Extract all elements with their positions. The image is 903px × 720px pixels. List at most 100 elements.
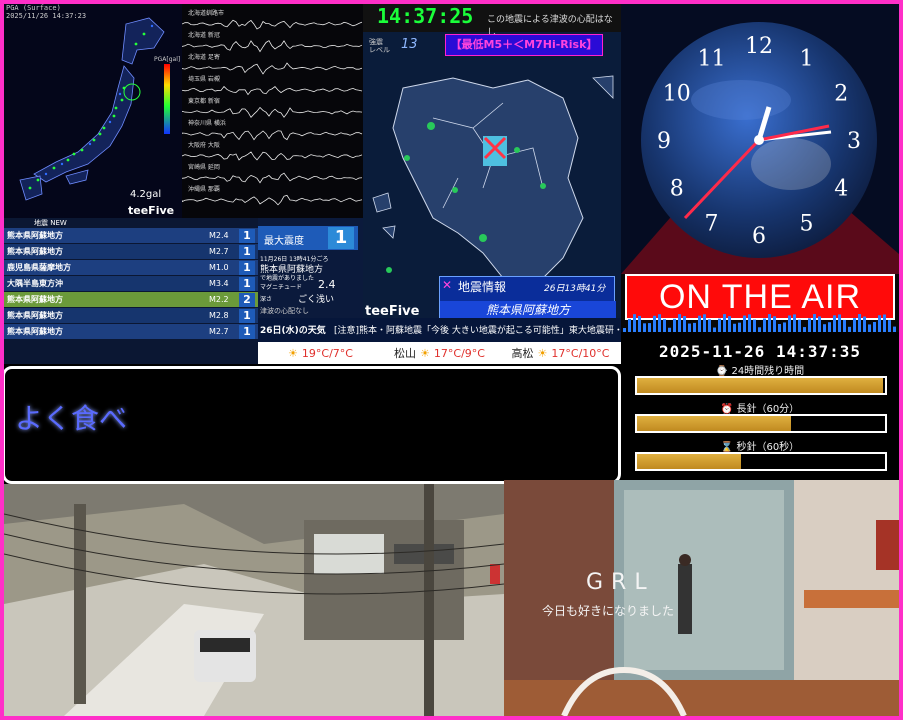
spectrum-bar (778, 324, 781, 332)
spectrum-bar (643, 323, 646, 332)
waveform-trace (182, 41, 362, 52)
quake-mag: M2.7 (209, 327, 239, 336)
quake-area: 熊本県阿蘇地方 (7, 310, 209, 321)
progress-fill (637, 378, 883, 393)
station-label: 埼玉県 岩槻 (186, 76, 222, 84)
clock-number: 6 (752, 224, 766, 249)
analog-clock-panel: 12 1 2 3 4 5 6 7 8 9 10 11 (621, 4, 899, 274)
clock-number: 9 (657, 129, 671, 154)
station-label: 北海道 新冠 (186, 32, 222, 40)
quake-shindo: 1 (239, 325, 255, 339)
seismograph-panel: 北海道釧路市 北海道 新冠 北海道 足寄 埼玉県 岩槻 東京都 新宿 神奈川県 横浜 大阪府… (182, 4, 363, 218)
spectrum-bar (808, 318, 811, 332)
level-value: 13 (401, 37, 418, 52)
quake-row[interactable]: 熊本県阿蘇地方 M2.4 1 (4, 228, 258, 244)
quake-shindo: 1 (239, 229, 255, 243)
station-label: 神奈川県 横浜 (186, 120, 228, 128)
info-time: 26日13時41分 (544, 281, 605, 294)
spectrum-bar (648, 323, 651, 332)
progress-fill (637, 454, 741, 469)
spectrum-bar (728, 316, 731, 332)
spectrum-bar (883, 315, 886, 332)
spectrum-bar (853, 318, 856, 332)
max-intensity-note: で地震がありました (260, 273, 314, 282)
quake-shindo: 1 (239, 277, 255, 291)
quake-row[interactable]: 鹿児島県薩摩地方 M1.0 1 (4, 260, 258, 276)
max-gal-readout: 4.2gal (130, 189, 161, 200)
spectrum-bar (698, 316, 701, 332)
clock-number: 1 (800, 47, 814, 72)
city-temp: 19°C/7°C (302, 347, 353, 360)
sun-icon: ☀ (420, 347, 430, 360)
spectrum-bar (658, 314, 661, 332)
spectrum-bar (688, 324, 691, 332)
spectrum-bar (873, 322, 876, 332)
spectrum-bar (768, 314, 771, 332)
waveform-trace (182, 131, 362, 140)
spectrum-bar (743, 316, 746, 332)
kyushu-brand-logo: teeFive (365, 304, 419, 318)
quake-shindo: 1 (239, 245, 255, 259)
clock-number: 5 (800, 211, 814, 236)
spectrum-bar (823, 324, 826, 332)
grl-ad-video: GRL 今日も好きになりました (504, 480, 899, 716)
info-x-icon: ✕ (442, 278, 452, 292)
time-bar-label: ⌛ 秒針（60秒） (621, 438, 899, 453)
max-intensity-label: 最大震度 (264, 232, 304, 247)
spectrum-bar (753, 320, 756, 332)
analog-clock: 121234567891011 (621, 4, 899, 274)
quake-row[interactable]: 熊本県阿蘇地方 M2.7 1 (4, 324, 258, 340)
kyushu-quake-panel: 14:37:25 この地震による津波の心配はなし 強震 レベル 13 【最低M5… (363, 4, 621, 318)
time-progress-bar (635, 376, 887, 395)
ad-scene (504, 480, 899, 716)
clock-number: 12 (745, 34, 773, 59)
spectrum-bar (673, 319, 676, 332)
sun-icon: ☀ (538, 347, 548, 360)
quake-row[interactable]: 大隅半島東方沖 M3.4 1 (4, 276, 258, 292)
quake-list-header: 地震 NEW (4, 218, 258, 228)
city-temp: 17°C/10°C (551, 347, 609, 360)
clock-number: 8 (670, 177, 684, 202)
pga-scale-title: PGA[gal] (154, 56, 180, 64)
quake-mag: M2.8 (209, 311, 239, 320)
progress-fill (637, 416, 791, 431)
quake-area: 熊本県阿蘇地方 (7, 294, 209, 305)
clock-number: 3 (847, 129, 861, 154)
time-bar-label: ⏰ 長針（60分） (621, 400, 899, 415)
waveform-trace (182, 20, 362, 29)
quake-mag: M3.4 (209, 279, 239, 288)
spectrum-bar (783, 322, 786, 332)
depth-label: 深さ (260, 294, 272, 303)
weather-city: 高松 ☀ 17°C/10°C (500, 345, 621, 361)
spectrum-bar (663, 319, 666, 332)
quake-mag: M2.4 (209, 231, 239, 240)
spectrum-bar (748, 314, 751, 332)
station-label: 大阪府 大阪 (186, 142, 222, 150)
spectrum-bar (738, 323, 741, 332)
quake-row[interactable]: 熊本県阿蘇地方 M2.7 1 (4, 244, 258, 260)
time-progress-bar (635, 452, 887, 471)
spectrum-bar (843, 320, 846, 332)
max-intensity-value: 1 (328, 227, 354, 249)
time-bar-label: ⌚ 24時間残り時間 (621, 362, 899, 377)
weather-date: 26日(水)の天気 (260, 323, 326, 336)
waveform-trace (182, 195, 362, 204)
map-brand-logo: teeFive (128, 204, 174, 217)
clock-number: 11 (698, 47, 726, 72)
spectrum-bar (878, 315, 881, 332)
quake-row[interactable]: 熊本県阿蘇地方 M2.8 1 (4, 308, 258, 324)
city-name: 高松 (512, 345, 534, 361)
waveform-trace (182, 107, 362, 117)
camera-scene (4, 484, 504, 716)
quake-area: 鹿児島県薩摩地方 (7, 262, 209, 273)
spectrum-bar (678, 314, 681, 332)
depth-value: ごく浅い (298, 292, 334, 305)
waveform-trace (182, 63, 362, 74)
clock-number: 4 (834, 177, 848, 202)
spectrum-bar (818, 316, 821, 332)
japan-map-graphic (4, 4, 182, 218)
quake-row[interactable]: 熊本県阿蘇地方 M2.2 2 (4, 292, 258, 308)
station-label: 東京都 新宿 (186, 98, 222, 106)
tsunami-status: 津波の心配なし (260, 306, 309, 316)
spectrum-bar (793, 314, 796, 332)
